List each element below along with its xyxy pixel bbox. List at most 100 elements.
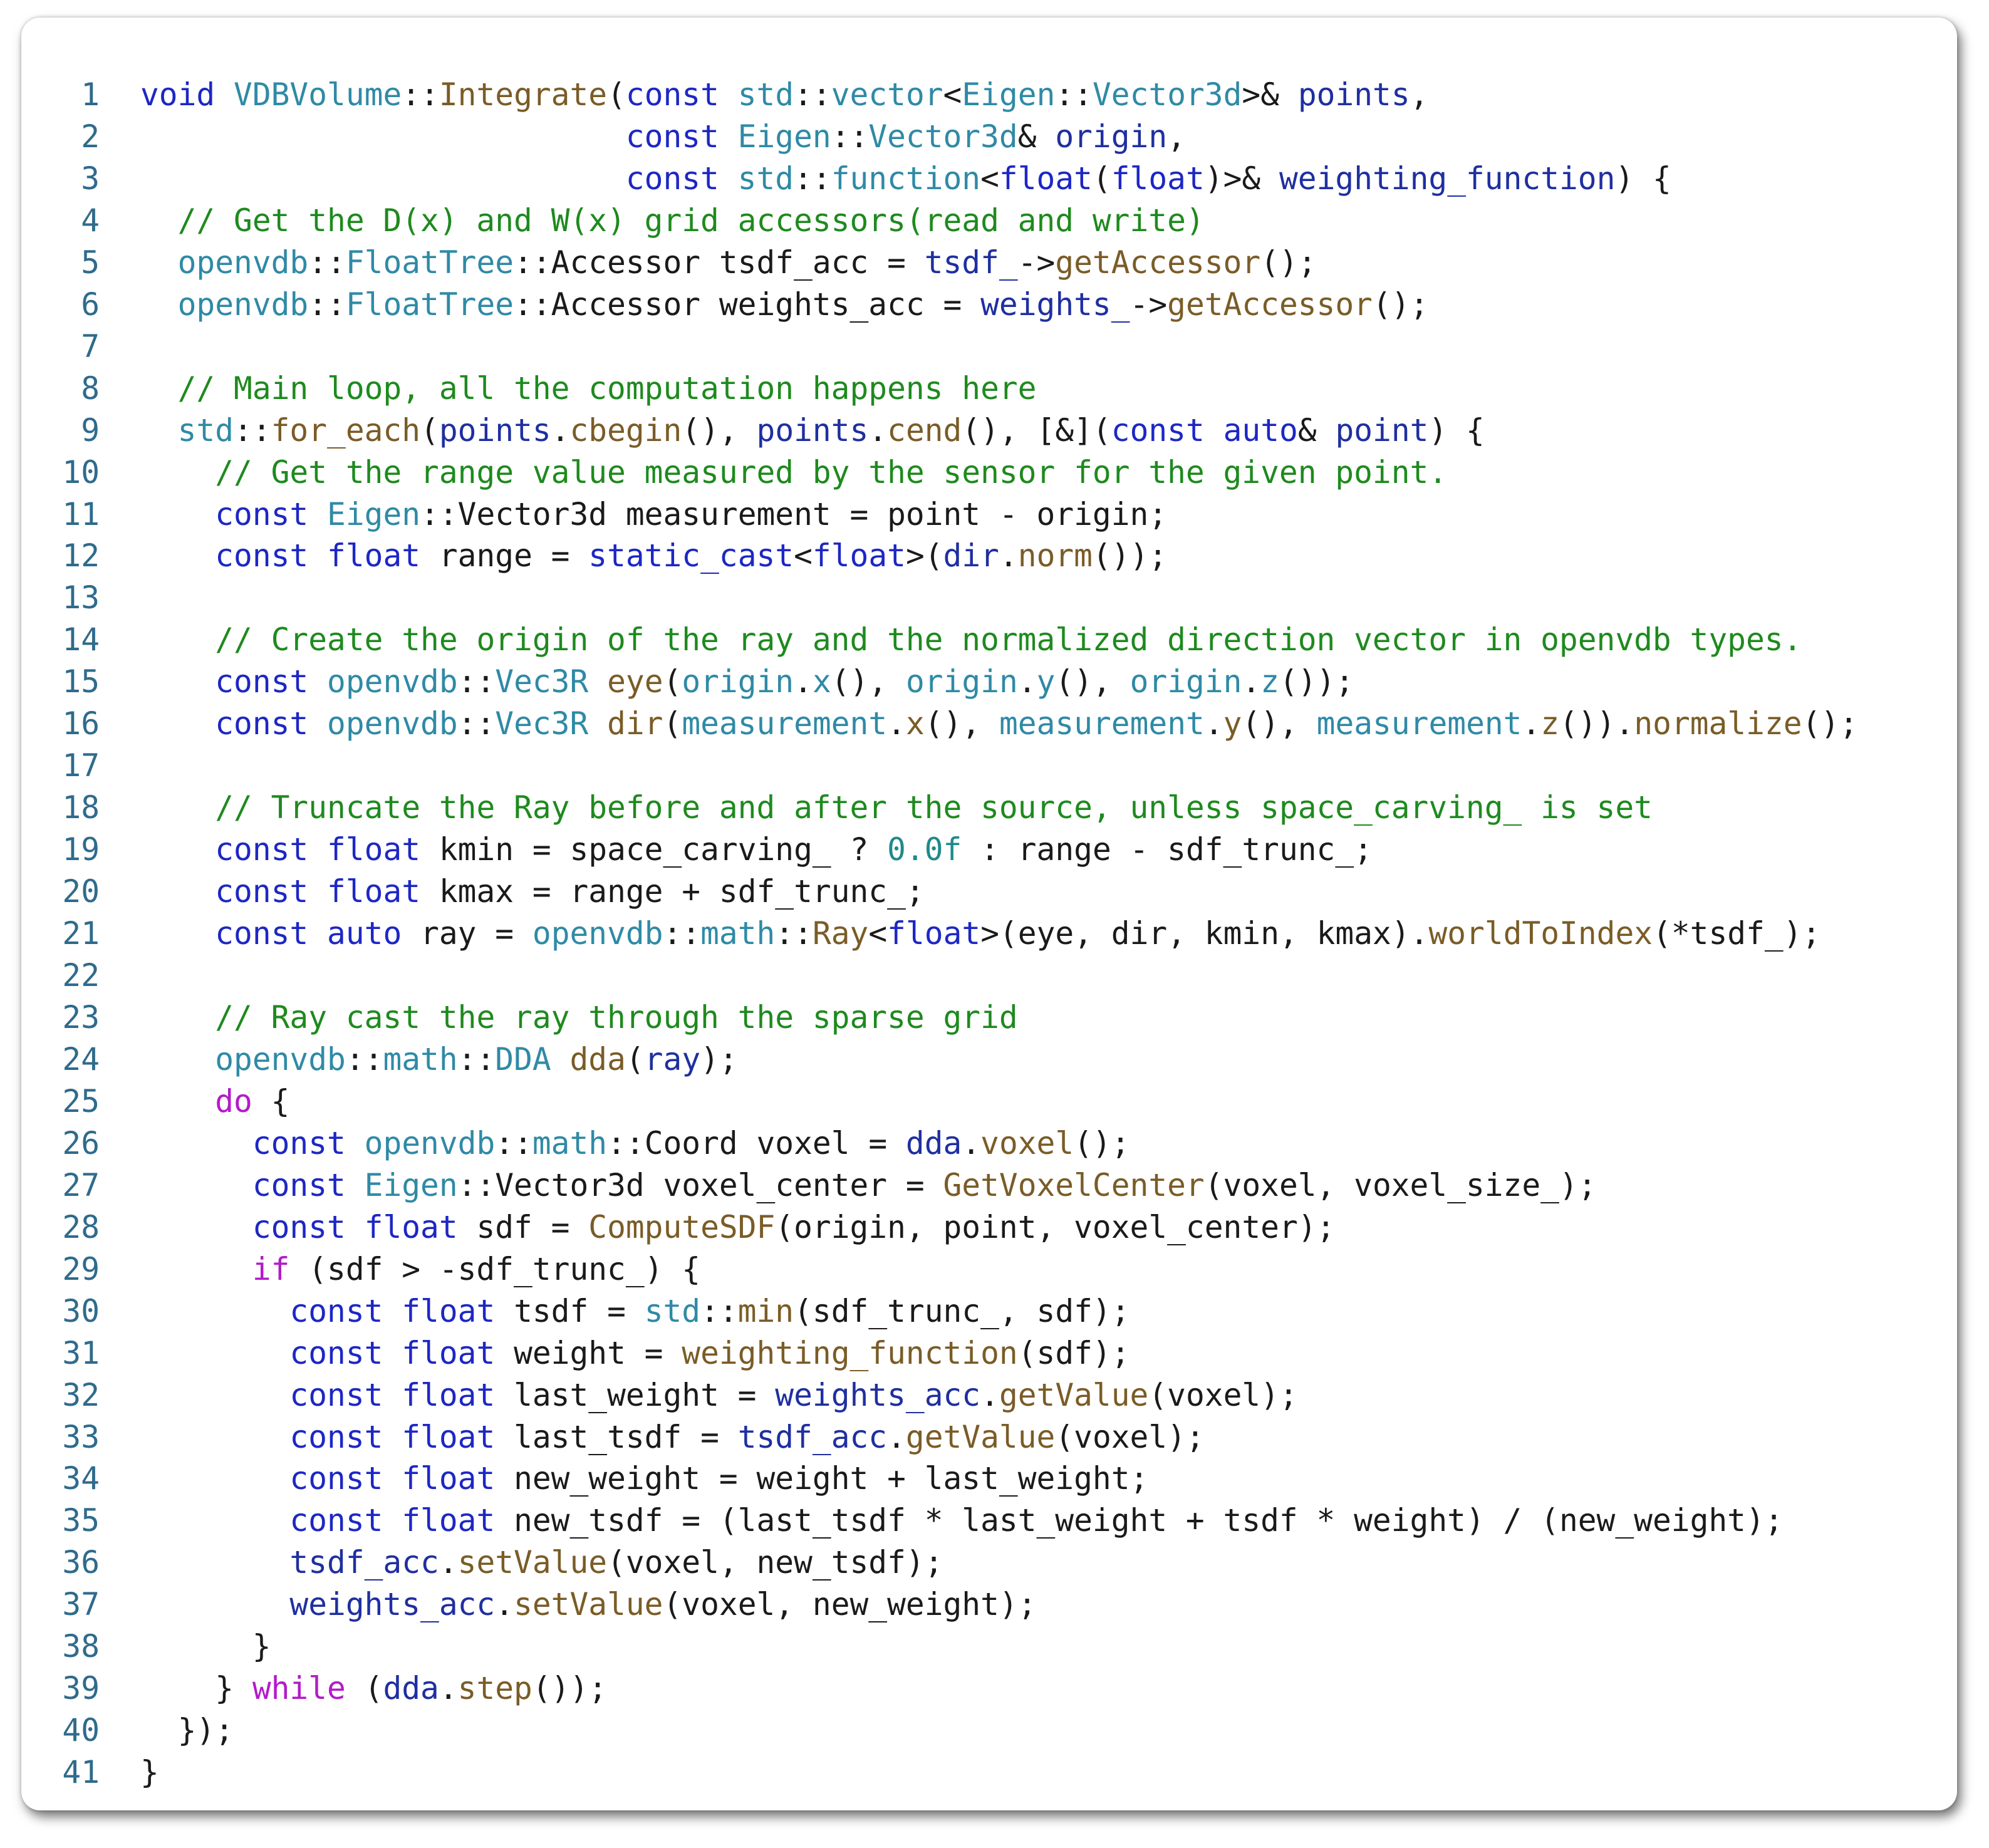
type-token: origin <box>1130 663 1242 700</box>
line-source: const std::function<float(float)>& weigh… <box>140 158 1671 200</box>
code-line[interactable]: 9 std::for_each(points.cbegin(), points.… <box>21 410 1957 452</box>
plain-token: :: <box>775 915 813 952</box>
code-line[interactable]: 3 const std::function<float(float)>& wei… <box>21 158 1957 200</box>
variable-token: points <box>1297 76 1410 113</box>
line-number: 37 <box>62 1586 100 1623</box>
line-source: if (sdf > -sdf_trunc_) { <box>140 1248 700 1290</box>
code-line[interactable]: 27 const Eigen::Vector3d voxel_center = … <box>21 1165 1957 1207</box>
type-token: Vector3d <box>868 118 1018 155</box>
code-line[interactable]: 31 const float weight = weighting_functi… <box>21 1332 1957 1374</box>
code-line[interactable]: 11 const Eigen::Vector3d measurement = p… <box>21 494 1957 536</box>
plain-token: . <box>887 1418 906 1455</box>
plain-token: . <box>1242 663 1261 700</box>
code-line[interactable]: 15 const openvdb::Vec3R eye(origin.x(), … <box>21 661 1957 703</box>
keyword-token: const <box>289 1460 383 1497</box>
code-line[interactable]: 21 const auto ray = openvdb::math::Ray<f… <box>21 913 1957 955</box>
line-number: 32 <box>62 1376 100 1413</box>
function-token: voxel <box>980 1124 1074 1161</box>
comment-token: // Truncate the Ray before and after the… <box>215 789 1653 826</box>
line-number: 12 <box>62 537 100 574</box>
function-token: min <box>737 1292 794 1329</box>
keyword-token: const <box>252 1124 346 1161</box>
code-block[interactable]: 1 void VDBVolume::Integrate(const std::ve… <box>21 74 1957 1793</box>
code-line[interactable]: 29 if (sdf > -sdf_trunc_) { <box>21 1248 1957 1290</box>
line-number: 22 <box>62 957 100 994</box>
plain-token: (voxel); <box>1055 1418 1205 1455</box>
code-line[interactable]: 22 <box>21 955 1957 997</box>
code-line[interactable]: 25 do { <box>21 1081 1957 1123</box>
variable-token: weights_acc <box>775 1376 981 1413</box>
code-line[interactable]: 40 }); <box>21 1710 1957 1752</box>
type-token: Eigen <box>962 76 1056 113</box>
code-line[interactable]: 38 } <box>21 1626 1957 1668</box>
code-line[interactable]: 39 } while (dda.step()); <box>21 1668 1957 1710</box>
plain-token: :: <box>700 1292 738 1329</box>
plain-token: , <box>1167 118 1186 155</box>
line-source: const float kmax = range + sdf_trunc_; <box>140 871 925 913</box>
code-line[interactable]: 18 // Truncate the Ray before and after … <box>21 787 1957 829</box>
plain-token: (origin, point, voxel_center); <box>775 1208 1336 1245</box>
plain-token: , <box>1410 76 1429 113</box>
code-line[interactable]: 33 const float last_tsdf = tsdf_acc.getV… <box>21 1416 1957 1458</box>
code-line[interactable]: 24 openvdb::math::DDA dda(ray); <box>21 1039 1957 1081</box>
plain-token: { <box>252 1082 290 1119</box>
type-token: math <box>532 1124 608 1161</box>
plain-token: :: <box>457 1041 496 1077</box>
line-number: 38 <box>62 1628 100 1665</box>
plain-token: ::Accessor weights_acc = <box>514 286 981 323</box>
type-token: y <box>1036 663 1056 700</box>
code-line[interactable]: 16 const openvdb::Vec3R dir(measurement.… <box>21 703 1957 745</box>
code-line[interactable]: 37 weights_acc.setValue(voxel, new_weigh… <box>21 1584 1957 1626</box>
plain-token: ::Accessor tsdf_acc = <box>514 244 925 281</box>
type-token: openvdb <box>177 286 309 323</box>
plain-token: ()). <box>1559 705 1634 742</box>
variable-token: weighting_function <box>1279 160 1616 197</box>
code-line[interactable]: 35 const float new_tsdf = (last_tsdf * l… <box>21 1500 1957 1542</box>
code-line[interactable]: 12 const float range = static_cast<float… <box>21 535 1957 577</box>
variable-token: point <box>1335 412 1429 449</box>
code-line[interactable]: 5 openvdb::FloatTree::Accessor tsdf_acc … <box>21 242 1957 284</box>
code-line[interactable]: 14 // Create the origin of the ray and t… <box>21 619 1957 661</box>
code-line[interactable]: 10 // Get the range value measured by th… <box>21 452 1957 494</box>
code-line[interactable]: 7 <box>21 326 1957 368</box>
type-token: measurement <box>1316 705 1522 742</box>
plain-token: new_weight = weight + last_weight; <box>495 1460 1149 1497</box>
plain-token: ray = <box>402 915 532 952</box>
keyword-token: const <box>252 1166 346 1203</box>
code-line[interactable]: 6 openvdb::FloatTree::Accessor weights_a… <box>21 284 1957 326</box>
line-source: const float new_tsdf = (last_tsdf * last… <box>140 1500 1783 1542</box>
plain-token: (), [&]( <box>962 412 1111 449</box>
plain-token: } <box>140 1628 271 1665</box>
plain-token: (), <box>924 705 999 742</box>
line-number: 31 <box>62 1334 100 1371</box>
type-token: Eigen <box>737 118 831 155</box>
code-line[interactable]: 2 const Eigen::Vector3d& origin, <box>21 116 1957 158</box>
code-line[interactable]: 36 tsdf_acc.setValue(voxel, new_tsdf); <box>21 1542 1957 1584</box>
code-line[interactable]: 17 <box>21 745 1957 787</box>
code-line[interactable]: 1 void VDBVolume::Integrate(const std::ve… <box>21 74 1957 116</box>
code-line[interactable]: 34 const float new_weight = weight + las… <box>21 1458 1957 1500</box>
line-source: const float kmin = space_carving_ ? 0.0f… <box>140 829 1373 871</box>
function-token: cbegin <box>569 412 682 449</box>
code-line[interactable]: 32 const float last_weight = weights_acc… <box>21 1374 1957 1416</box>
plain-token: (sdf_trunc_, sdf); <box>794 1292 1130 1329</box>
code-line[interactable]: 8 // Main loop, all the computation happ… <box>21 368 1957 410</box>
code-line[interactable]: 30 const float tsdf = std::min(sdf_trunc… <box>21 1290 1957 1332</box>
code-line[interactable]: 20 const float kmax = range + sdf_trunc_… <box>21 871 1957 913</box>
plain-token: . <box>868 412 888 449</box>
code-line[interactable]: 41} <box>21 1752 1957 1793</box>
code-line[interactable]: 26 const openvdb::math::Coord voxel = dd… <box>21 1123 1957 1165</box>
code-line[interactable]: 19 const float kmin = space_carving_ ? 0… <box>21 829 1957 871</box>
code-line[interactable]: 4 // Get the D(x) and W(x) grid accessor… <box>21 200 1957 242</box>
code-line[interactable]: 13 <box>21 577 1957 619</box>
code-line[interactable]: 28 const float sdf = ComputeSDF(origin, … <box>21 1207 1957 1248</box>
line-source: const Eigen::Vector3d measurement = poin… <box>140 494 1167 536</box>
code-line[interactable]: 23 // Ray cast the ray through the spars… <box>21 997 1957 1039</box>
